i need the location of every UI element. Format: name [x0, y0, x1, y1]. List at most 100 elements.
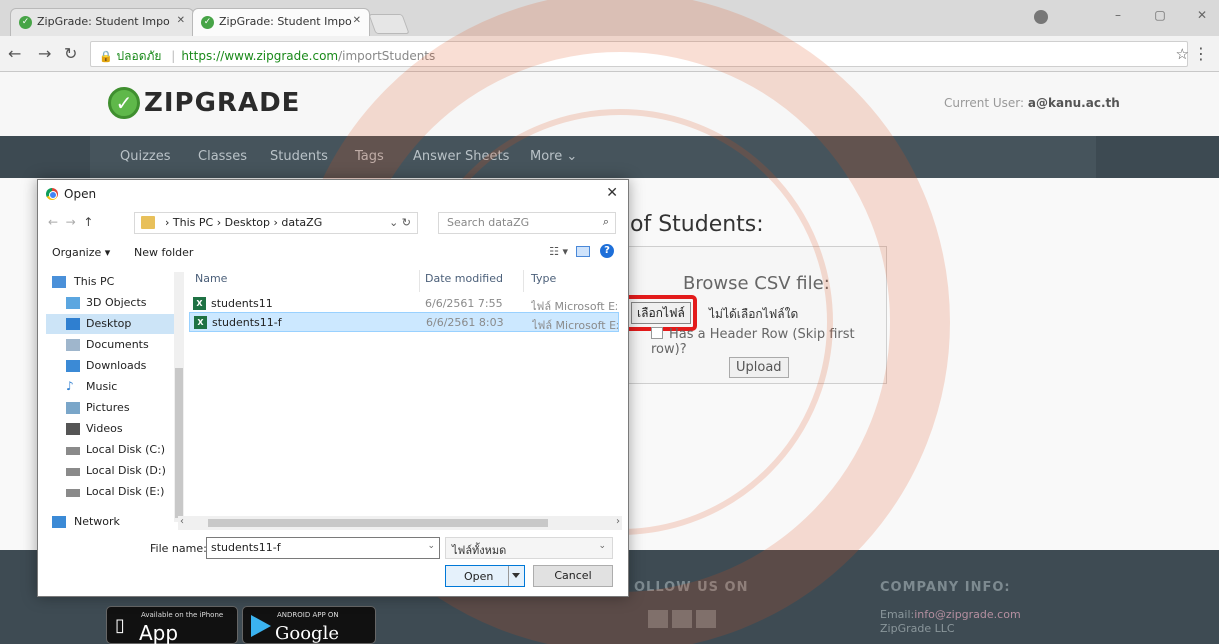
nav-network[interactable]: Network: [46, 512, 176, 532]
nav-3d-objects[interactable]: 3D Objects: [46, 293, 176, 313]
app-store-badge[interactable]: ▯ Available on the iPhone App Store: [106, 606, 238, 644]
nav-students[interactable]: Students: [270, 149, 328, 164]
profile-icon[interactable]: [1034, 10, 1048, 24]
upload-button[interactable]: Upload: [729, 357, 789, 378]
nav-local-disk-d[interactable]: Local Disk (D:): [46, 461, 176, 481]
facebook-icon[interactable]: [648, 610, 668, 628]
check-logo-icon: ✓: [108, 87, 140, 119]
company-email: Email:info@zipgrade.com: [880, 608, 1021, 621]
scroll-left-icon[interactable]: ‹: [180, 516, 184, 527]
help-icon[interactable]: ?: [600, 244, 614, 258]
chevron-down-icon[interactable]: ⌄: [598, 541, 606, 551]
play-icon: [251, 615, 271, 637]
dialog-toolbar: Organize ▾ New folder ☷ ▾ ?: [38, 240, 628, 264]
nav-this-pc[interactable]: This PC: [46, 272, 176, 292]
close-window-icon[interactable]: ✕: [1193, 8, 1211, 22]
music-icon: ♪: [66, 379, 74, 393]
dialog-search-input[interactable]: Search dataZG ⌕: [438, 212, 616, 234]
upload-panel: Browse CSV file: เลือกไฟล์ ไม่ได้เลือกไฟ…: [622, 246, 887, 384]
new-tab-button[interactable]: [368, 14, 410, 34]
document-icon: [66, 339, 80, 351]
nav-pictures[interactable]: Pictures: [46, 398, 176, 418]
excel-file-icon: X: [193, 297, 206, 310]
site-header: ✓ ZIPGRADE Current User: a@kanu.ac.th: [0, 72, 1219, 136]
tab-1-label: ZipGrade: Student Impo: [37, 15, 170, 28]
network-icon: [52, 516, 66, 528]
minimize-icon[interactable]: –: [1109, 8, 1127, 22]
tab-2-label: ZipGrade: Student Impo: [219, 15, 352, 28]
dialog-address-row: ← → ↑ › This PC › Desktop › dataZG ⌄ ↻ S…: [38, 210, 628, 236]
nav-desktop[interactable]: Desktop: [46, 314, 176, 334]
column-type[interactable]: Type: [531, 272, 556, 285]
bookmark-star-icon[interactable]: ☆: [1176, 45, 1189, 63]
nav-tags[interactable]: Tags: [355, 149, 384, 164]
nav-downloads[interactable]: Downloads: [46, 356, 176, 376]
nav-more[interactable]: More ⌄: [530, 149, 577, 164]
tab-close-icon[interactable]: ✕: [353, 15, 361, 26]
dialog-close-icon[interactable]: ✕: [606, 185, 618, 201]
column-date-modified[interactable]: Date modified: [425, 272, 503, 285]
browser-tab-strip: ✓ ZipGrade: Student Impo ✕ ✓ ZipGrade: S…: [0, 0, 1219, 36]
zipgrade-logo[interactable]: ✓ ZIPGRADE: [108, 87, 300, 119]
lock-icon: 🔒: [99, 50, 113, 63]
file-name-input[interactable]: students11-f ⌄: [206, 537, 440, 559]
nav-documents[interactable]: Documents: [46, 335, 176, 355]
view-options-icon[interactable]: ☷ ▾: [549, 245, 568, 258]
url-bar[interactable]: 🔒 ปลอดภัย | https://www.zipgrade.com/impo…: [90, 41, 1188, 67]
open-split-dropdown-icon[interactable]: [508, 566, 524, 586]
twitter-icon[interactable]: [672, 610, 692, 628]
browser-tab-1[interactable]: ✓ ZipGrade: Student Impo ✕: [10, 8, 194, 36]
header-row-option[interactable]: Has a Header Row (Skip first row)?: [651, 327, 886, 357]
browser-tab-2[interactable]: ✓ ZipGrade: Student Impo ✕: [192, 8, 370, 36]
nav-videos[interactable]: Videos: [46, 419, 176, 439]
cube-icon: [66, 297, 80, 309]
computer-icon: [52, 276, 66, 288]
preview-pane-icon[interactable]: [576, 246, 590, 257]
youtube-icon[interactable]: [696, 610, 716, 628]
scroll-right-icon[interactable]: ›: [616, 516, 620, 527]
download-icon: [66, 360, 80, 372]
file-list-hscrollbar[interactable]: ‹ ›: [178, 516, 622, 530]
file-row[interactable]: X students11 6/6/2561 7:55 ไฟล์ Microsof…: [189, 294, 619, 314]
cancel-button[interactable]: Cancel: [533, 565, 613, 587]
tab-close-icon[interactable]: ✕: [177, 15, 185, 26]
google-play-badge[interactable]: ANDROID APP ON Google play: [242, 606, 376, 644]
logo-text: ZIPGRADE: [144, 88, 301, 118]
dialog-titlebar: Open ✕: [38, 180, 628, 208]
column-name[interactable]: Name: [195, 272, 227, 285]
reload-icon[interactable]: ↻: [64, 44, 77, 63]
pictures-icon: [66, 402, 80, 414]
file-type-filter[interactable]: ไฟล์ทั้งหมด ⌄: [445, 537, 613, 559]
menu-dots-icon[interactable]: ⋮: [1193, 44, 1209, 63]
browser-toolbar: ← → ↻ 🔒 ปลอดภัย | https://www.zipgrade.co…: [0, 36, 1219, 72]
nav-quizzes[interactable]: Quizzes: [120, 149, 171, 164]
maximize-icon[interactable]: ▢: [1151, 8, 1169, 22]
header-row-checkbox[interactable]: [651, 327, 663, 339]
file-row[interactable]: X students11-f 6/6/2561 8:03 ไฟล์ Micros…: [189, 312, 619, 332]
back-arrow-icon[interactable]: ←: [8, 44, 21, 63]
nav-classes[interactable]: Classes: [198, 149, 247, 164]
open-button[interactable]: Open: [445, 565, 525, 587]
email-link[interactable]: info@zipgrade.com: [914, 608, 1020, 621]
nav-local-disk-c[interactable]: Local Disk (C:): [46, 440, 176, 460]
excel-file-icon: X: [194, 316, 207, 329]
forward-arrow-icon[interactable]: →: [38, 44, 51, 63]
url-path: /importStudents: [338, 49, 436, 63]
chevron-down-icon[interactable]: ⌄: [427, 541, 435, 551]
path-dropdown-icon[interactable]: ⌄ ↻: [389, 216, 411, 229]
nav-music[interactable]: ♪ Music: [46, 377, 176, 397]
dialog-nav-arrows-icon[interactable]: ← → ↑: [48, 215, 93, 229]
drive-icon: [66, 468, 80, 476]
new-folder-button[interactable]: New folder: [134, 246, 193, 259]
current-user: Current User: a@kanu.ac.th: [944, 96, 1120, 110]
company-name: ZipGrade LLC: [880, 622, 955, 635]
organize-menu[interactable]: Organize ▾: [52, 246, 110, 259]
zipgrade-favicon-icon: ✓: [19, 16, 32, 29]
secure-label: ปลอดภัย: [116, 49, 162, 63]
dialog-path-bar[interactable]: › This PC › Desktop › dataZG ⌄ ↻: [134, 212, 418, 234]
dialog-title: Open: [64, 187, 97, 201]
nav-local-disk-e[interactable]: Local Disk (E:): [46, 482, 176, 502]
nav-answer-sheets[interactable]: Answer Sheets: [413, 149, 509, 164]
videos-icon: [66, 423, 80, 435]
follow-heading: OLLOW US ON: [634, 580, 749, 595]
